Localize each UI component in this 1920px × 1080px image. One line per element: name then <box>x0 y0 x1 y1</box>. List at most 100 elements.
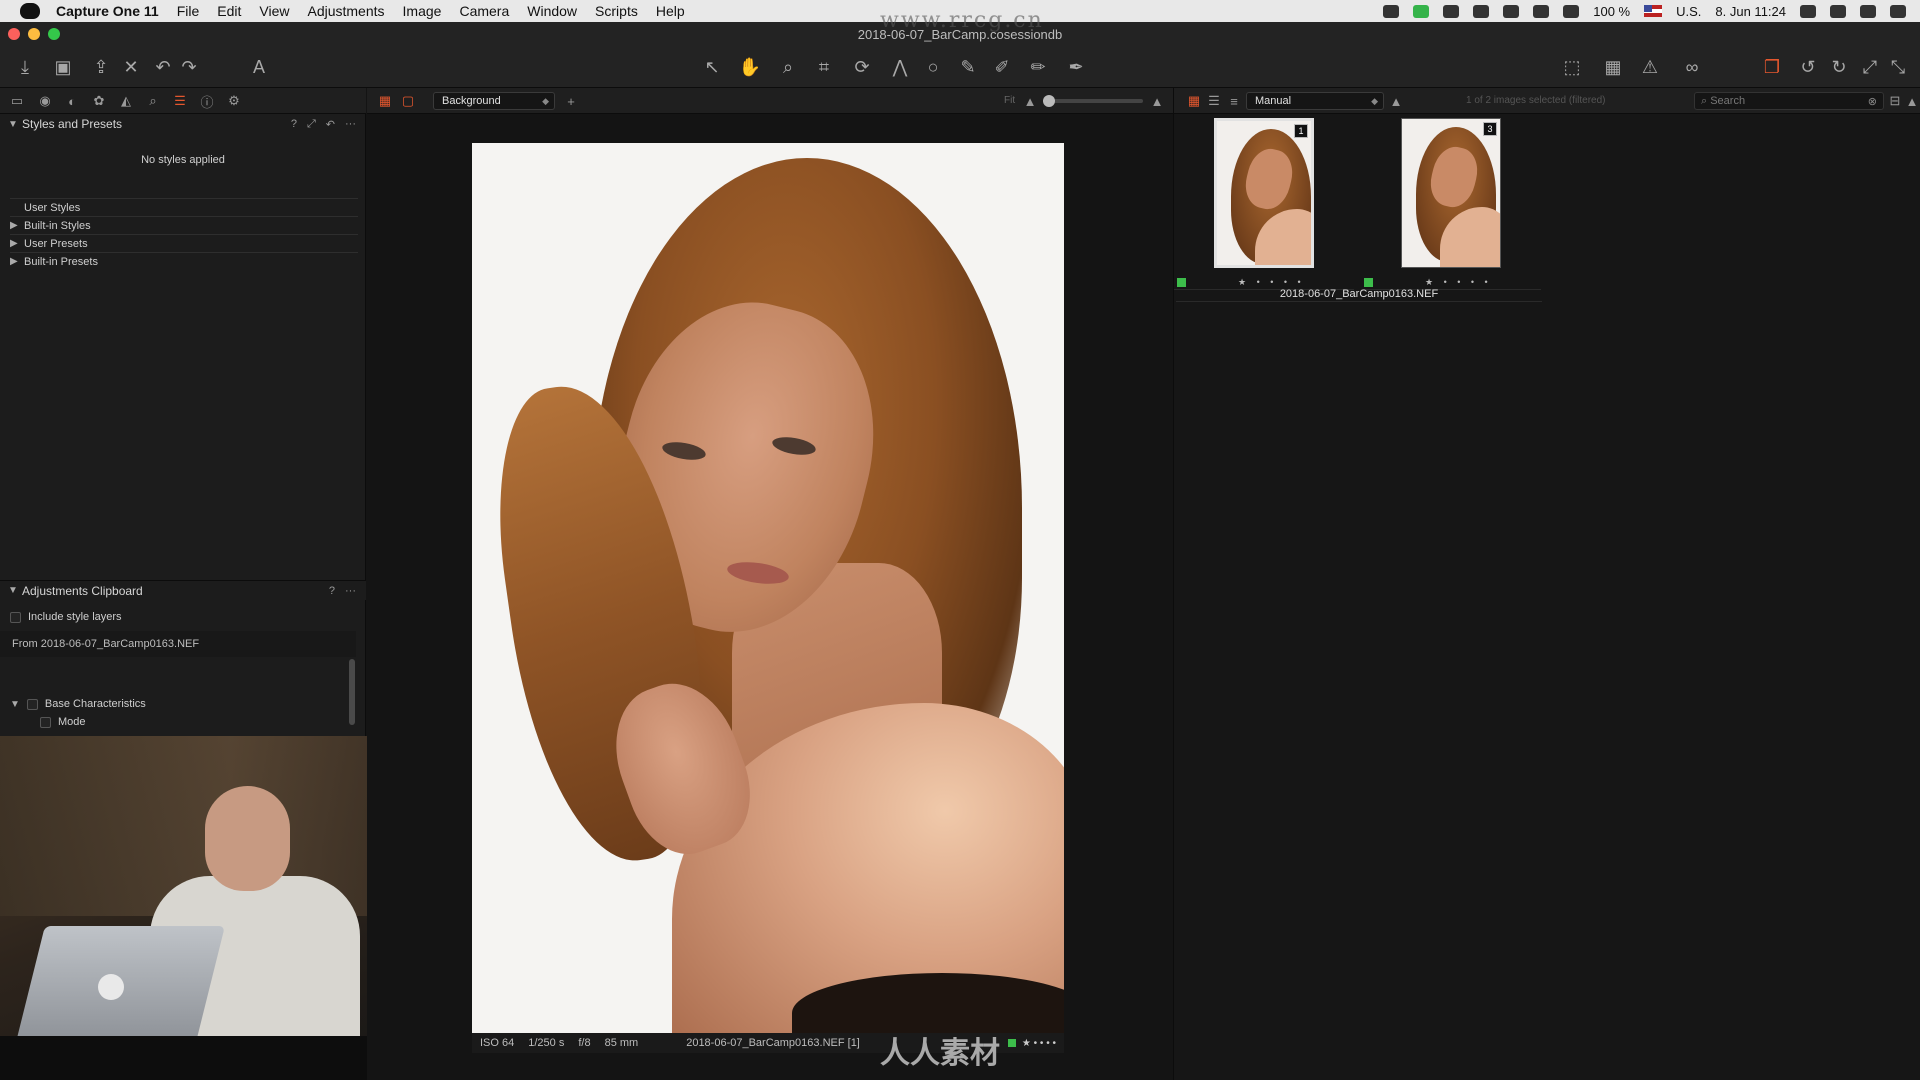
edit-all-variants-icon[interactable]: ❐ <box>1759 54 1785 80</box>
styles-presets-header[interactable]: ▼ Styles and Presets ? ⤢ ↶ ··· <box>0 114 366 134</box>
layer-select[interactable]: Background ◆ <box>433 92 555 110</box>
help-button[interactable]: ? <box>329 585 335 597</box>
details-tab-icon[interactable]: ⌕ <box>144 92 162 110</box>
help-button[interactable]: ? <box>291 118 297 131</box>
thumbnail-image[interactable]: 1 <box>1214 118 1314 268</box>
rotate-right-icon[interactable]: ↻ <box>1826 54 1852 80</box>
menu-edit[interactable]: Edit <box>217 3 241 19</box>
zoom-slider[interactable] <box>1043 99 1143 103</box>
proof-glasses-icon[interactable]: ∞ <box>1679 54 1705 80</box>
color-tab-icon[interactable]: ✿ <box>90 92 108 110</box>
battery-status[interactable]: 100 % <box>1593 4 1630 19</box>
capture-icon[interactable]: ▣ <box>50 54 76 80</box>
loupe-icon[interactable]: ⌕ <box>775 54 801 80</box>
warning-icon[interactable]: ⚠ <box>1637 54 1663 80</box>
lens-tab-icon[interactable]: ◐ <box>63 92 81 110</box>
star-rating[interactable]: ★ • • • • <box>1022 1038 1056 1049</box>
wifi-icon[interactable] <box>1533 4 1550 18</box>
spot-removal-icon[interactable]: ○ <box>920 54 946 80</box>
search-input[interactable]: ⌕ Search ⊗ <box>1694 92 1884 110</box>
capture-tab-icon[interactable]: ◉ <box>36 92 54 110</box>
add-layer-icon[interactable]: + <box>563 93 579 109</box>
cloud-icon[interactable] <box>1443 4 1460 18</box>
crop-icon[interactable]: ⌗ <box>811 54 837 80</box>
collapse-icon[interactable]: ⤡ <box>1885 54 1911 80</box>
thumbnail-image[interactable]: 3 <box>1401 118 1501 268</box>
star-rating[interactable]: ★ • • • • <box>1238 277 1305 288</box>
settings-tab-icon[interactable]: ⚙ <box>225 92 243 110</box>
minimize-window-button[interactable] <box>28 28 40 40</box>
clear-search-icon[interactable]: ⊗ <box>1868 95 1877 108</box>
adjustments-clipboard-header[interactable]: ▼ Adjustments Clipboard ? ··· <box>0 580 366 600</box>
volume-icon[interactable] <box>1563 4 1580 18</box>
include-style-layers-option[interactable]: Include style layers <box>10 611 122 623</box>
builtin-styles-row[interactable]: ▶ Built-in Styles <box>10 216 358 234</box>
mode-row[interactable]: Mode <box>40 716 86 728</box>
menu-adjustments[interactable]: Adjustments <box>307 3 384 19</box>
more-icon[interactable]: ··· <box>345 118 356 131</box>
color-tag-green[interactable] <box>1177 278 1186 287</box>
mode-checkbox[interactable] <box>40 716 51 728</box>
delete-icon[interactable]: ✕ <box>118 54 144 80</box>
library-tab-icon[interactable]: ▭ <box>8 92 26 110</box>
thumbnail-2[interactable]: 3 ★ • • • • <box>1361 118 1541 308</box>
builtin-presets-row[interactable]: ▶ Built-in Presets <box>10 252 358 270</box>
eraser-icon[interactable]: ✏ <box>1025 54 1051 80</box>
color-tag-green[interactable] <box>1007 1039 1016 1047</box>
zoom-slider-handle[interactable] <box>1043 95 1055 107</box>
gradient-icon[interactable]: ✐ <box>989 54 1015 80</box>
brush-icon[interactable]: ✎ <box>955 54 981 80</box>
undo-icon[interactable]: ↶ <box>150 54 176 80</box>
sort-direction-icon[interactable]: ▲ <box>1388 93 1404 109</box>
reset-icon[interactable]: ↶ <box>326 118 335 131</box>
select-cursor-icon[interactable]: ↖ <box>699 54 725 80</box>
star-rating[interactable]: ★ • • • • <box>1425 277 1492 288</box>
keystone-icon[interactable]: ⋀ <box>887 54 913 80</box>
redo-icon[interactable]: ↷ <box>176 54 202 80</box>
menu-camera[interactable]: Camera <box>459 3 509 19</box>
grid-icon[interactable]: ▦ <box>1600 54 1626 80</box>
chevron-down-icon[interactable]: ▼ <box>10 699 20 710</box>
evernote-icon[interactable] <box>1413 4 1430 18</box>
menu-help[interactable]: Help <box>656 3 685 19</box>
user-icon[interactable] <box>1800 4 1816 18</box>
exposure-warning-icon[interactable]: ⬚ <box>1559 54 1585 80</box>
user-presets-row[interactable]: ▶ User Presets <box>10 234 358 252</box>
picker-icon[interactable]: ✒ <box>1063 54 1089 80</box>
spotlight-icon[interactable] <box>1830 4 1846 18</box>
text-annotation-icon[interactable]: A <box>246 54 272 80</box>
apply-icon[interactable]: ⤢ <box>307 118 316 131</box>
exposure-tab-icon[interactable]: ◭ <box>117 92 135 110</box>
sort-select[interactable]: Manual ◆ <box>1246 92 1384 110</box>
main-image[interactable] <box>472 143 1064 1033</box>
single-view-icon[interactable]: ▢ <box>400 93 416 109</box>
siri-icon[interactable] <box>1860 4 1876 18</box>
menu-window[interactable]: Window <box>527 3 577 19</box>
adjustments-tab-icon[interactable]: ☰ <box>171 92 189 110</box>
time-machine-icon[interactable] <box>1473 4 1490 18</box>
pan-hand-icon[interactable]: ✋ <box>737 54 763 80</box>
apple-menu-icon[interactable] <box>20 3 40 19</box>
menu-image[interactable]: Image <box>403 3 442 19</box>
bluetooth-icon[interactable] <box>1503 4 1520 18</box>
input-source[interactable]: U.S. <box>1676 4 1701 19</box>
close-window-button[interactable] <box>8 28 20 40</box>
filter-icon[interactable]: ⊟ <box>1887 93 1903 109</box>
process-icon[interactable]: ⇪ <box>88 54 114 80</box>
multi-view-icon[interactable]: ▦ <box>377 93 393 109</box>
menu-view[interactable]: View <box>259 3 289 19</box>
app-menu[interactable]: Capture One 11 <box>56 3 159 19</box>
import-icon[interactable]: ⤓ <box>12 54 38 80</box>
base-characteristics-row[interactable]: ▼ Base Characteristics <box>10 698 146 710</box>
metadata-tab-icon[interactable]: ⓘ <box>198 92 216 110</box>
list-view-icon[interactable]: ☰ <box>1206 93 1222 109</box>
dropbox-icon[interactable] <box>1383 4 1400 18</box>
zoom-window-button[interactable] <box>48 28 60 40</box>
user-styles-row[interactable]: User Styles <box>10 198 358 216</box>
expand-icon[interactable]: ⤢ <box>1857 54 1883 80</box>
thumbnail-1[interactable]: 1 ★ • • • • <box>1174 118 1354 308</box>
menu-file[interactable]: File <box>177 3 200 19</box>
more-icon[interactable]: ··· <box>345 585 356 597</box>
reset-icon[interactable]: ↺ <box>1795 54 1821 80</box>
panel-scrollbar[interactable] <box>349 659 355 725</box>
